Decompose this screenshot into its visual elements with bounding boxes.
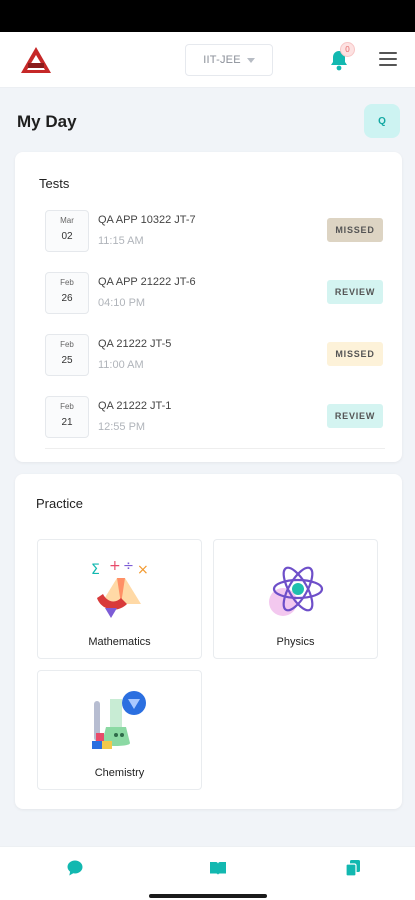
test-row[interactable]: Mar 02 QA APP 10322 JT-7 11:15 AM MISSED [45,210,385,258]
test-row[interactable]: Feb 21 QA 21222 JT-1 12:55 PM REVIEW [45,396,385,444]
tests-title: Tests [39,176,70,191]
test-time: 11:15 AM [98,235,144,247]
subject-card-physics[interactable]: Physics [213,539,378,659]
test-month: Feb [60,278,74,287]
test-name: QA APP 21222 JT-6 [98,276,196,288]
test-time: 11:00 AM [98,359,144,371]
test-row[interactable]: Feb 25 QA 21222 JT-5 11:00 AM MISSED [45,334,385,382]
test-name: QA 21222 JT-5 [98,338,172,350]
test-day: 21 [61,417,73,428]
test-date: Feb 26 [45,272,89,314]
test-row[interactable]: Feb 26 QA APP 21222 JT-6 04:10 PM REVIEW [45,272,385,320]
subject-card-chemistry[interactable]: Chemistry [37,670,202,790]
subject-label: Physics [276,636,315,648]
status-bar [0,0,415,32]
documents-icon[interactable] [344,859,362,877]
test-date: Feb 21 [45,396,89,438]
hamburger-menu-icon[interactable] [379,52,399,68]
book-icon[interactable] [209,859,227,877]
status-badge[interactable]: REVIEW [327,404,383,428]
tests-card: Tests Mar 02 QA APP 10322 JT-7 11:15 AM … [15,152,402,462]
subject-label: Mathematics [88,636,151,648]
test-time: 04:10 PM [98,297,146,309]
divider [45,448,385,449]
subject-label: Chemistry [94,767,145,779]
app-logo-icon[interactable] [20,46,52,74]
exam-select[interactable]: IIT-JEE [185,44,273,76]
math-icon: Σ + ÷ × [91,558,149,618]
subject-card-mathematics[interactable]: Σ + ÷ × Mathematics [37,539,202,659]
test-time: 12:55 PM [98,421,146,433]
svg-text:×: × [137,562,149,578]
notification-badge: 0 [340,42,355,57]
status-badge[interactable]: MISSED [327,218,383,242]
svg-text:÷: ÷ [123,559,134,574]
chevron-down-icon [246,58,255,63]
test-month: Mar [60,216,74,225]
flask-icon [91,691,146,749]
test-day: 25 [61,355,73,366]
test-date: Mar 02 [45,210,89,252]
svg-text:+: + [109,558,121,574]
test-month: Feb [60,340,74,349]
search-button-label: Q [378,115,386,127]
bottom-nav [0,846,415,900]
home-indicator [149,894,267,898]
test-date: Feb 25 [45,334,89,376]
test-name: QA APP 10322 JT-7 [98,214,196,226]
test-name: QA 21222 JT-1 [98,400,172,412]
search-button[interactable]: Q [364,104,400,138]
svg-text:Σ: Σ [91,562,100,578]
practice-card: Practice Σ + ÷ × Mathematics Physics Che… [15,474,402,809]
practice-title: Practice [36,496,83,511]
status-badge[interactable]: MISSED [327,342,383,366]
test-month: Feb [60,402,74,411]
top-header: IIT-JEE 0 [0,32,415,88]
status-badge[interactable]: REVIEW [327,280,383,304]
atom-icon [268,566,323,616]
test-day: 02 [61,231,73,242]
exam-select-value: IIT-JEE [203,54,241,66]
page-title: My Day [17,112,77,131]
test-day: 26 [61,293,73,304]
chat-icon[interactable] [66,859,84,877]
